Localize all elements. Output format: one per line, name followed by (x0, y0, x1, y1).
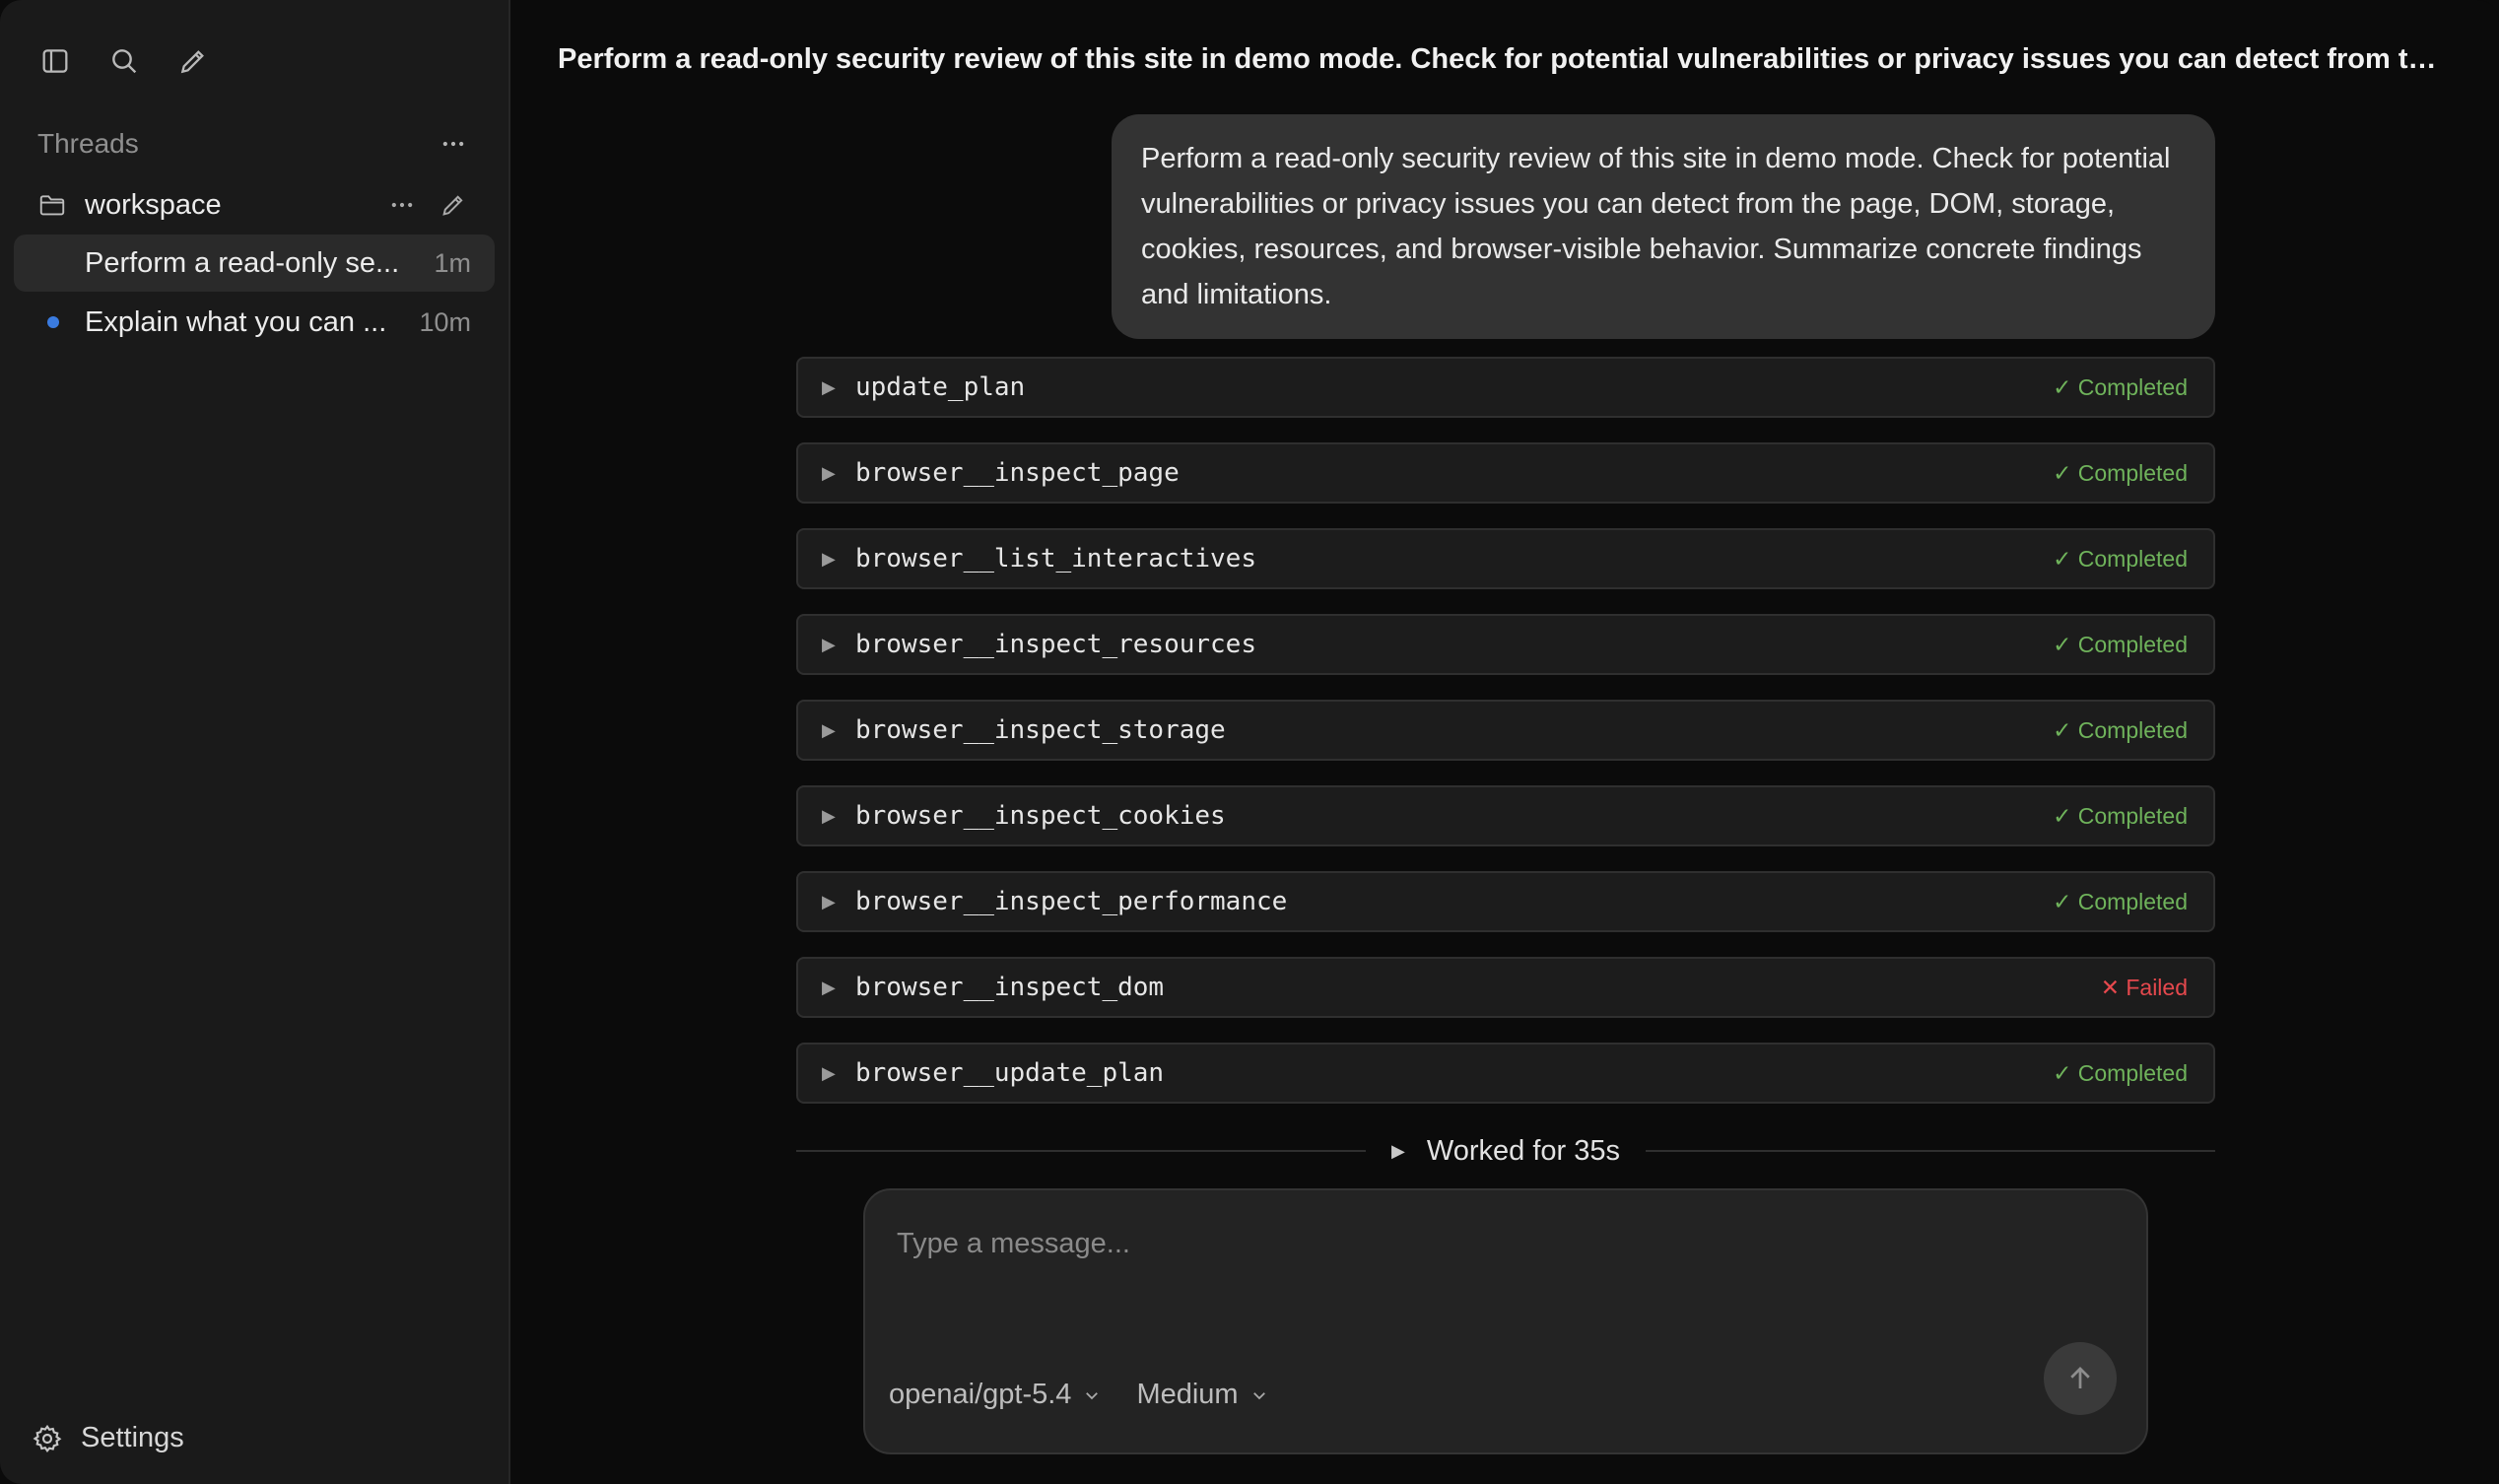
unread-dot-icon (47, 316, 59, 328)
folder-more-icon[interactable] (388, 191, 416, 219)
tool-status-badge: ✓ Completed (2053, 631, 2188, 657)
user-message: Perform a read-only security review of t… (1112, 114, 2215, 339)
toggle-sidebar-icon[interactable] (37, 43, 73, 79)
chevron-down-icon (1086, 1391, 1099, 1399)
tool-call-row[interactable]: ▶ browser__inspect_cookies ✓ Completed (796, 785, 2215, 846)
threads-more-icon[interactable] (439, 130, 467, 158)
sidebar-toolbar (37, 43, 211, 79)
effort-select[interactable]: Medium (1136, 1379, 1267, 1411)
tool-status-badge: ✓ Completed (2053, 888, 2188, 914)
tool-status-badge: ✓ Completed (2053, 802, 2188, 829)
settings-button[interactable]: Settings (32, 1422, 184, 1454)
tool-call-row[interactable]: ▶ browser__list_interactives ✓ Completed (796, 528, 2215, 589)
expand-triangle-icon: ▶ (822, 1062, 836, 1083)
thread-item-title: Explain what you can ... (85, 305, 387, 338)
thread-item-time: 1m (434, 247, 471, 278)
message-composer: openai/gpt-5.4 Medium (863, 1188, 2148, 1454)
composer-controls: openai/gpt-5.4 Medium (889, 1379, 1268, 1411)
divider (1645, 1150, 2216, 1152)
search-icon[interactable] (106, 43, 142, 79)
arrow-up-icon (2070, 1367, 2090, 1388)
tool-name: browser__inspect_page (855, 458, 1180, 488)
tool-call-row[interactable]: ▶ browser__inspect_performance ✓ Completed (796, 871, 2215, 932)
tool-call-row[interactable]: ▶ browser__inspect_dom ✕ Failed (796, 957, 2215, 1018)
worked-label: Worked for 35s (1426, 1134, 1620, 1167)
tool-status-badge: ✕ Failed (2100, 974, 2188, 1000)
sidebar: Threads workspace Perform a read-only se… (0, 0, 510, 1484)
tool-name: browser__inspect_cookies (855, 801, 1226, 831)
tool-status-badge: ✓ Completed (2053, 1059, 2188, 1086)
tool-call-row[interactable]: ▶ update_plan ✓ Completed (796, 357, 2215, 418)
thread-item-active[interactable]: Perform a read-only se... 1m (14, 235, 495, 292)
folder-icon (39, 195, 65, 216)
tool-name: browser__list_interactives (855, 544, 1256, 573)
message-input[interactable] (897, 1228, 2115, 1287)
tool-status-badge: ✓ Completed (2053, 716, 2188, 743)
worked-toggle[interactable]: ▶ Worked for 35s (1366, 1135, 1646, 1168)
chevron-down-icon (1252, 1391, 1265, 1399)
tool-status-badge: ✓ Completed (2053, 459, 2188, 486)
thread-item-time: 10m (419, 306, 471, 337)
tool-name: browser__inspect_resources (855, 630, 1256, 659)
tool-name: update_plan (855, 372, 1026, 402)
expand-triangle-icon: ▶ (822, 719, 836, 740)
app-window: Threads workspace Perform a read-only se… (0, 0, 2499, 1484)
expand-triangle-icon: ▶ (822, 462, 836, 483)
tool-call-row[interactable]: ▶ browser__update_plan ✓ Completed (796, 1043, 2215, 1104)
folder-new-thread-icon[interactable] (439, 191, 467, 219)
effort-label: Medium (1136, 1379, 1239, 1410)
threads-header: Threads (37, 128, 467, 160)
tool-call-list: ▶ update_plan ✓ Completed ▶ browser__inspect… (796, 357, 2215, 1128)
tool-call-row[interactable]: ▶ browser__inspect_page ✓ Completed (796, 442, 2215, 504)
tool-call-row[interactable]: ▶ browser__inspect_resources ✓ Completed (796, 614, 2215, 675)
tool-name: browser__update_plan (855, 1058, 1165, 1088)
main-panel: Perform a read-only security review of t… (510, 0, 2499, 1484)
tool-status-badge: ✓ Completed (2053, 545, 2188, 572)
worked-summary: ▶ Worked for 35s (796, 1131, 2216, 1171)
expand-triangle-icon: ▶ (822, 805, 836, 826)
expand-triangle-icon: ▶ (822, 891, 836, 911)
threads-heading: Threads (37, 128, 139, 159)
folder-name: workspace (85, 188, 222, 221)
model-label: openai/gpt-5.4 (889, 1379, 1072, 1410)
thread-item-title: Perform a read-only se... (85, 246, 400, 279)
tool-name: browser__inspect_dom (855, 973, 1165, 1002)
settings-label: Settings (81, 1422, 184, 1453)
divider (796, 1150, 1367, 1152)
tool-call-row[interactable]: ▶ browser__inspect_storage ✓ Completed (796, 700, 2215, 761)
expand-triangle-icon: ▶ (1391, 1140, 1405, 1161)
expand-triangle-icon: ▶ (822, 548, 836, 569)
folder-actions (388, 191, 467, 219)
tool-name: browser__inspect_performance (855, 887, 1288, 916)
send-button[interactable] (2044, 1342, 2117, 1415)
new-thread-pencil-icon[interactable] (175, 43, 211, 79)
thread-item[interactable]: Explain what you can ... 10m (14, 294, 495, 351)
tool-status-badge: ✓ Completed (2053, 373, 2188, 400)
model-select[interactable]: openai/gpt-5.4 (889, 1379, 1101, 1411)
gear-icon (33, 1424, 62, 1452)
expand-triangle-icon: ▶ (822, 977, 836, 997)
folder-workspace[interactable]: workspace (37, 183, 467, 227)
expand-triangle-icon: ▶ (822, 376, 836, 397)
thread-title: Perform a read-only security review of t… (558, 43, 2452, 75)
tool-name: browser__inspect_storage (855, 715, 1226, 745)
expand-triangle-icon: ▶ (822, 634, 836, 654)
